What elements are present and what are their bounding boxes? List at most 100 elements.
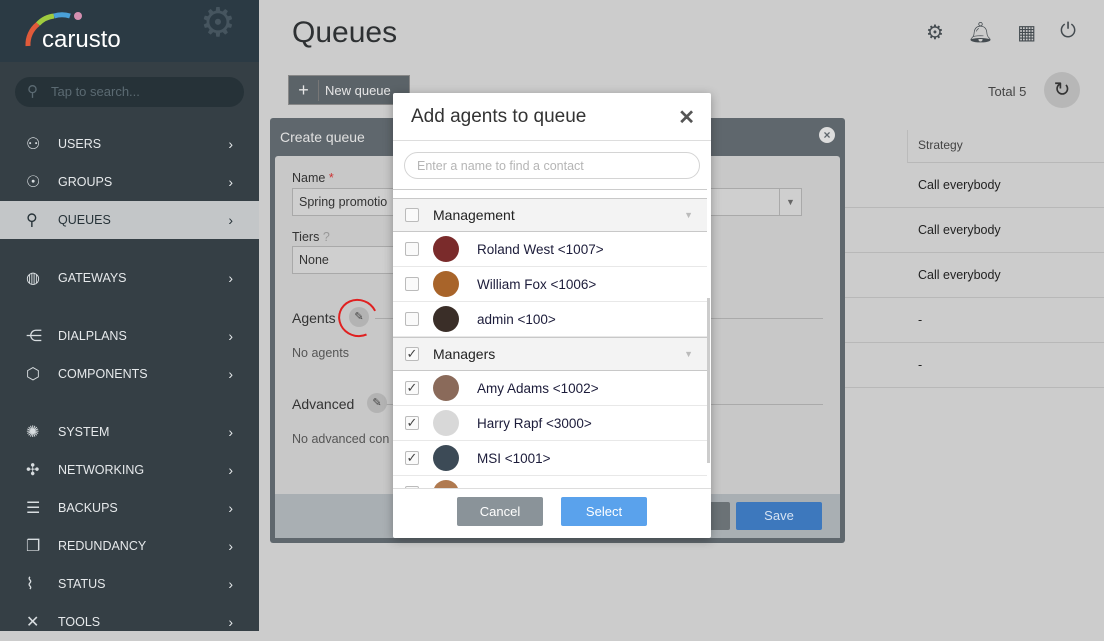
group-checkbox[interactable]: ✓ <box>405 347 419 361</box>
close-icon[interactable]: ✕ <box>678 105 695 130</box>
sidebar-item-label: GATEWAYS <box>58 271 127 285</box>
agent-checkbox[interactable] <box>405 312 419 326</box>
sidebar-item-label: COMPONENTS <box>58 367 148 381</box>
caret-down-icon[interactable]: ▼ <box>684 349 693 359</box>
sidebar-item-groups[interactable]: ☉ GROUPS › <box>0 163 259 201</box>
cancel-button[interactable] <box>708 502 730 530</box>
sidebar-item-dialplans[interactable]: ⋲ DIALPLANS › <box>0 317 259 355</box>
queues-table: Strategy Call everybody Call everybody Cal… <box>845 130 1104 388</box>
new-queue-button[interactable]: + New queue <box>288 75 410 105</box>
sidebar-item-label: QUEUES <box>58 213 111 227</box>
help-icon: ? <box>322 230 330 244</box>
agents-heading: Agents <box>292 310 336 326</box>
close-icon[interactable]: × <box>819 127 835 143</box>
contact-search-input[interactable]: Enter a name to find a contact <box>404 152 700 179</box>
avatar <box>433 236 459 262</box>
list-item[interactable]: ✓ MSI <1001> <box>393 441 707 476</box>
logo-area: carusto ⚙ <box>0 0 259 62</box>
column-header-strategy[interactable]: Strategy <box>907 130 1104 163</box>
refresh-button[interactable]: ↻ <box>1044 72 1080 108</box>
agent-checkbox[interactable]: ✓ <box>405 381 419 395</box>
cancel-button[interactable]: Cancel <box>457 497 543 526</box>
sidebar-item-label: BACKUPS <box>58 501 118 515</box>
group-checkbox[interactable] <box>405 208 419 222</box>
edit-advanced-button[interactable]: ✎ <box>367 393 387 413</box>
no-advanced-text: No advanced con <box>292 432 390 446</box>
list-item[interactable]: ✓ Harry Rapf <3000> <box>393 406 707 441</box>
agent-checkbox[interactable] <box>405 242 419 256</box>
save-button[interactable]: Save <box>736 502 822 530</box>
bell-icon[interactable]: 🔔︎ <box>968 20 993 45</box>
sidebar-item-label: TOOLS <box>58 615 101 629</box>
globe-icon: ◍ <box>26 270 40 287</box>
queues-icon: ⚲ <box>26 212 38 229</box>
gears-icon: ⚙ <box>200 1 236 45</box>
page-title: Queues <box>292 16 398 49</box>
tools-icon: ✕ <box>26 614 40 631</box>
power-icon[interactable]: ⏻ <box>1060 20 1076 45</box>
avatar <box>433 375 459 401</box>
avatar <box>433 410 459 436</box>
agent-checkbox[interactable]: ✓ <box>405 451 419 465</box>
chevron-right-icon: › <box>228 614 233 630</box>
chevron-right-icon: › <box>228 462 233 478</box>
settings-icon[interactable]: ⚙ <box>926 20 944 45</box>
list-item[interactable]: ✓ Amy Adams <1002> <box>393 371 707 406</box>
chevron-right-icon: › <box>228 212 233 228</box>
sidebar-item-system[interactable]: ✺ SYSTEM › <box>0 413 259 451</box>
apps-grid-icon[interactable]: ▦ <box>1017 20 1036 45</box>
total-count: Total 5 <box>988 84 1027 99</box>
tiers-select[interactable]: None <box>292 246 402 274</box>
chevron-right-icon: › <box>228 366 233 382</box>
sidebar-item-components[interactable]: ⬡ COMPONENTS › <box>0 355 259 393</box>
sidebar-item-label: GROUPS <box>58 175 113 189</box>
agent-name: admin <100> <box>477 311 556 327</box>
agent-list: Management ▼ Roland West <1007> William Fox… <box>393 189 707 489</box>
table-row[interactable]: - <box>845 343 1104 388</box>
group-header[interactable]: Management ▼ <box>393 198 707 232</box>
select-button[interactable]: Select <box>561 497 647 526</box>
search-icon: ⚲ <box>27 83 38 100</box>
group-name: Management <box>433 207 515 223</box>
table-row[interactable]: - <box>845 298 1104 343</box>
scrollbar[interactable] <box>707 298 710 463</box>
sidebar-item-label: REDUNDANCY <box>58 539 147 553</box>
chevron-right-icon: › <box>228 500 233 516</box>
agent-checkbox[interactable]: ✓ <box>405 416 419 430</box>
caret-down-icon[interactable]: ▼ <box>684 210 693 220</box>
tiers-label: Tiers ? <box>292 230 330 244</box>
chevron-down-icon[interactable]: ▼ <box>779 189 801 215</box>
sidebar-search[interactable]: ⚲ Tap to search... <box>15 77 244 107</box>
sidebar: carusto ⚙ ⚲ Tap to search... ⚇ USERS › ☉ GROU… <box>0 0 259 631</box>
group-header[interactable]: ✓ Managers ▼ <box>393 337 707 371</box>
sidebar-item-label: NETWORKING <box>58 463 145 477</box>
sidebar-item-redundancy[interactable]: ❐ REDUNDANCY › <box>0 527 259 565</box>
sidebar-item-users[interactable]: ⚇ USERS › <box>0 125 259 163</box>
sidebar-item-networking[interactable]: ✣ NETWORKING › <box>0 451 259 489</box>
sidebar-item-status[interactable]: ⌇ STATUS › <box>0 565 259 603</box>
list-item[interactable]: admin <100> <box>393 302 707 337</box>
network-icon: ✣ <box>26 462 40 479</box>
sidebar-item-gateways[interactable]: ◍ GATEWAYS › <box>0 259 259 297</box>
sidebar-item-queues[interactable]: ⚲ QUEUES › <box>0 201 259 239</box>
avatar <box>433 271 459 297</box>
agent-checkbox[interactable] <box>405 277 419 291</box>
list-item[interactable]: William Fox <1006> <box>393 267 707 302</box>
plus-icon: + <box>289 79 319 101</box>
table-row[interactable]: Call everybody <box>845 208 1104 253</box>
modal-title: Add agents to queue <box>393 93 711 141</box>
system-icon: ✺ <box>26 424 40 441</box>
chart-icon: ⌇ <box>26 576 34 593</box>
advanced-heading: Advanced <box>292 396 355 412</box>
chevron-right-icon: › <box>228 538 233 554</box>
agent-name: Roland West <1007> <box>477 241 604 257</box>
table-row[interactable]: Call everybody <box>845 163 1104 208</box>
list-item[interactable]: Roland West <1007> <box>393 232 707 267</box>
new-queue-label: New queue <box>325 82 391 98</box>
chevron-right-icon: › <box>228 328 233 344</box>
chevron-right-icon: › <box>228 576 233 592</box>
table-row[interactable]: Call everybody <box>845 253 1104 298</box>
sidebar-item-tools[interactable]: ✕ TOOLS › <box>0 603 259 641</box>
agent-name: William Fox <1006> <box>477 276 597 292</box>
sidebar-item-backups[interactable]: ☰ BACKUPS › <box>0 489 259 527</box>
